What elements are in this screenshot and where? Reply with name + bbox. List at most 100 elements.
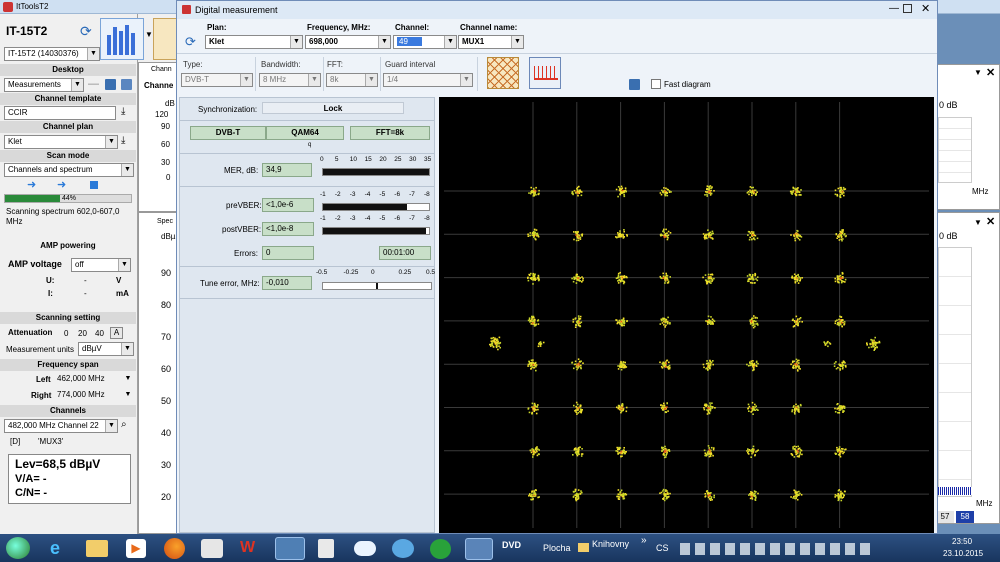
download-icon[interactable]: ⤓ bbox=[121, 135, 125, 146]
taskbar-more[interactable]: » bbox=[641, 535, 647, 546]
constellation-cluster bbox=[866, 336, 881, 351]
guard-interval-select[interactable]: 1/4 ▼ bbox=[383, 73, 473, 87]
channel-chart-panel: Chann Channe dB 120 90 60 30 0 bbox=[138, 62, 178, 212]
clock-time[interactable]: 23:50 bbox=[952, 537, 972, 546]
refresh-icon[interactable]: ⟳ bbox=[185, 34, 196, 50]
scale-tick-label: 30 bbox=[409, 156, 417, 163]
cloud-icon[interactable] bbox=[354, 541, 376, 556]
left-freq-select[interactable]: 462,000 MHz ▼ bbox=[54, 373, 134, 387]
channel-name-select[interactable]: MUX1 ▼ bbox=[458, 35, 524, 49]
attenuation-40[interactable]: 40 bbox=[95, 329, 104, 338]
desktop-select[interactable]: Measurements ▼ bbox=[4, 78, 84, 92]
tab-spectrum[interactable]: Spec bbox=[157, 218, 173, 225]
green-app-icon[interactable] bbox=[430, 539, 451, 559]
app-icon bbox=[3, 2, 13, 12]
save-icon[interactable] bbox=[629, 79, 640, 90]
app-w-icon[interactable]: W bbox=[240, 538, 262, 558]
arrow-right-icon[interactable]: ➜ bbox=[57, 178, 66, 191]
amp-voltage-select[interactable]: off ▼ bbox=[71, 258, 131, 272]
type-select[interactable]: DVB-T ▼ bbox=[181, 73, 253, 87]
units-label: Measurement units bbox=[6, 345, 75, 354]
close-icon[interactable]: ✕ bbox=[921, 2, 930, 15]
right-freq-select[interactable]: 774,000 MHz ▼ bbox=[54, 389, 134, 403]
firefox-icon[interactable] bbox=[164, 538, 185, 559]
frequency-label: Frequency, MHz: bbox=[307, 23, 371, 32]
constellation-cluster bbox=[834, 446, 847, 458]
right-top-panel: ▼ ✕ 0 dB MHz bbox=[935, 64, 1000, 210]
constellation-view-icon[interactable] bbox=[487, 57, 519, 89]
dvd-icon[interactable]: DVD bbox=[502, 540, 524, 556]
window-icon[interactable] bbox=[465, 538, 493, 560]
language-indicator[interactable]: CS bbox=[656, 543, 669, 553]
download-icon[interactable]: ⤓ bbox=[121, 106, 125, 117]
minus-icon[interactable]: — bbox=[88, 78, 99, 90]
list-icon[interactable] bbox=[121, 79, 132, 90]
constellation-cluster bbox=[489, 336, 502, 351]
channel-template-header: Channel template bbox=[0, 93, 136, 105]
calculator-icon[interactable] bbox=[318, 539, 334, 558]
channels-select[interactable]: 482,000 MHz Channel 22 ▼ bbox=[4, 419, 118, 433]
constellation-cluster bbox=[833, 360, 847, 371]
close-icon[interactable]: ✕ bbox=[986, 215, 995, 228]
constellation-cluster bbox=[746, 272, 759, 284]
y-tick: 80 bbox=[161, 300, 172, 310]
scale-tick-label: -1 bbox=[320, 215, 326, 222]
ie-icon[interactable]: e bbox=[50, 538, 70, 558]
folder-icon[interactable] bbox=[86, 540, 108, 557]
dialog-titlebar: Digital measurement — ✕ bbox=[177, 1, 937, 19]
chevron-down-icon[interactable]: ▼ bbox=[974, 218, 982, 227]
constellation-cluster bbox=[617, 360, 628, 371]
chevron-down-icon[interactable]: ▼ bbox=[145, 30, 153, 39]
channel-plan-select[interactable]: Klet ▼ bbox=[4, 135, 118, 149]
postvber-label: postVBER: bbox=[222, 225, 262, 234]
constellation-cluster bbox=[659, 316, 671, 328]
arrow-right-icon[interactable]: ➜ bbox=[27, 178, 36, 191]
channel-label: Channel: bbox=[395, 23, 430, 32]
media-player-icon[interactable]: ▶ bbox=[126, 539, 146, 558]
start-button[interactable] bbox=[6, 537, 30, 559]
search-icon[interactable]: ⌕ bbox=[121, 419, 127, 430]
chevron-down-icon: ▼ bbox=[87, 48, 99, 60]
chart-icon-2[interactable] bbox=[153, 18, 177, 60]
frequency-select[interactable]: 698,000 ▼ bbox=[305, 35, 391, 49]
minimize-icon[interactable]: — bbox=[889, 3, 899, 14]
spectrum-view-icon[interactable] bbox=[529, 57, 561, 89]
fft-select[interactable]: 8k ▼ bbox=[326, 73, 378, 87]
network-icon[interactable] bbox=[392, 539, 414, 558]
chart-toolbar-icon[interactable] bbox=[100, 18, 144, 60]
right-bottom-unit: MHz bbox=[976, 499, 993, 508]
tab-channels[interactable]: Chann bbox=[151, 66, 172, 73]
restore-icon[interactable] bbox=[903, 4, 912, 13]
units-select[interactable]: dBµV ▼ bbox=[78, 342, 134, 356]
taskbar-plocha[interactable]: Plocha bbox=[543, 543, 571, 553]
save-icon[interactable] bbox=[105, 79, 116, 90]
fast-diagram-checkbox[interactable] bbox=[651, 79, 661, 89]
channel-select[interactable]: 49 ▼ bbox=[393, 35, 457, 49]
attenuation-20[interactable]: 20 bbox=[78, 329, 87, 338]
tune-error-label: Tune error, MHz: bbox=[200, 279, 260, 288]
device-select[interactable]: IT-15T2 (14030376) ▼ bbox=[4, 47, 100, 61]
attenuation-0[interactable]: 0 bbox=[64, 329, 68, 338]
clock-date[interactable]: 23.10.2015 bbox=[943, 549, 983, 558]
ittools-icon[interactable] bbox=[275, 537, 305, 560]
right-bottom-box: 58 bbox=[956, 511, 974, 523]
close-icon[interactable]: ✕ bbox=[986, 66, 995, 79]
taskbar: e ▶ W DVD Plocha Knihovny » CS 23:50 23.… bbox=[0, 534, 1000, 562]
errors-timer: 00:01:00 bbox=[379, 246, 431, 260]
prevber-scale-ticks: -1 -2 -3 -4 -5 -6 -7 -8 bbox=[320, 191, 434, 201]
scan-mode-select[interactable]: Channels and spectrum ▼ bbox=[4, 163, 134, 177]
y-tick: 70 bbox=[161, 332, 172, 342]
chevron-down-icon[interactable]: ▼ bbox=[974, 68, 982, 77]
bandwidth-select[interactable]: 8 MHz ▼ bbox=[259, 73, 321, 87]
plan-select[interactable]: Klet ▼ bbox=[205, 35, 303, 49]
constellation-cluster bbox=[571, 273, 584, 284]
stop-icon[interactable] bbox=[90, 181, 98, 189]
fft-badge: FFT=8k bbox=[350, 126, 430, 140]
tools-icon[interactable] bbox=[201, 539, 223, 558]
refresh-icon[interactable]: ⟳ bbox=[80, 23, 92, 40]
frequency-span-header: Frequency span bbox=[0, 359, 136, 371]
channel-template-select[interactable]: CCIR bbox=[4, 106, 116, 120]
attenuation-auto-button[interactable]: A bbox=[110, 327, 123, 339]
sync-value: Lock bbox=[262, 102, 404, 114]
taskbar-knihovny[interactable]: Knihovny bbox=[592, 539, 629, 549]
